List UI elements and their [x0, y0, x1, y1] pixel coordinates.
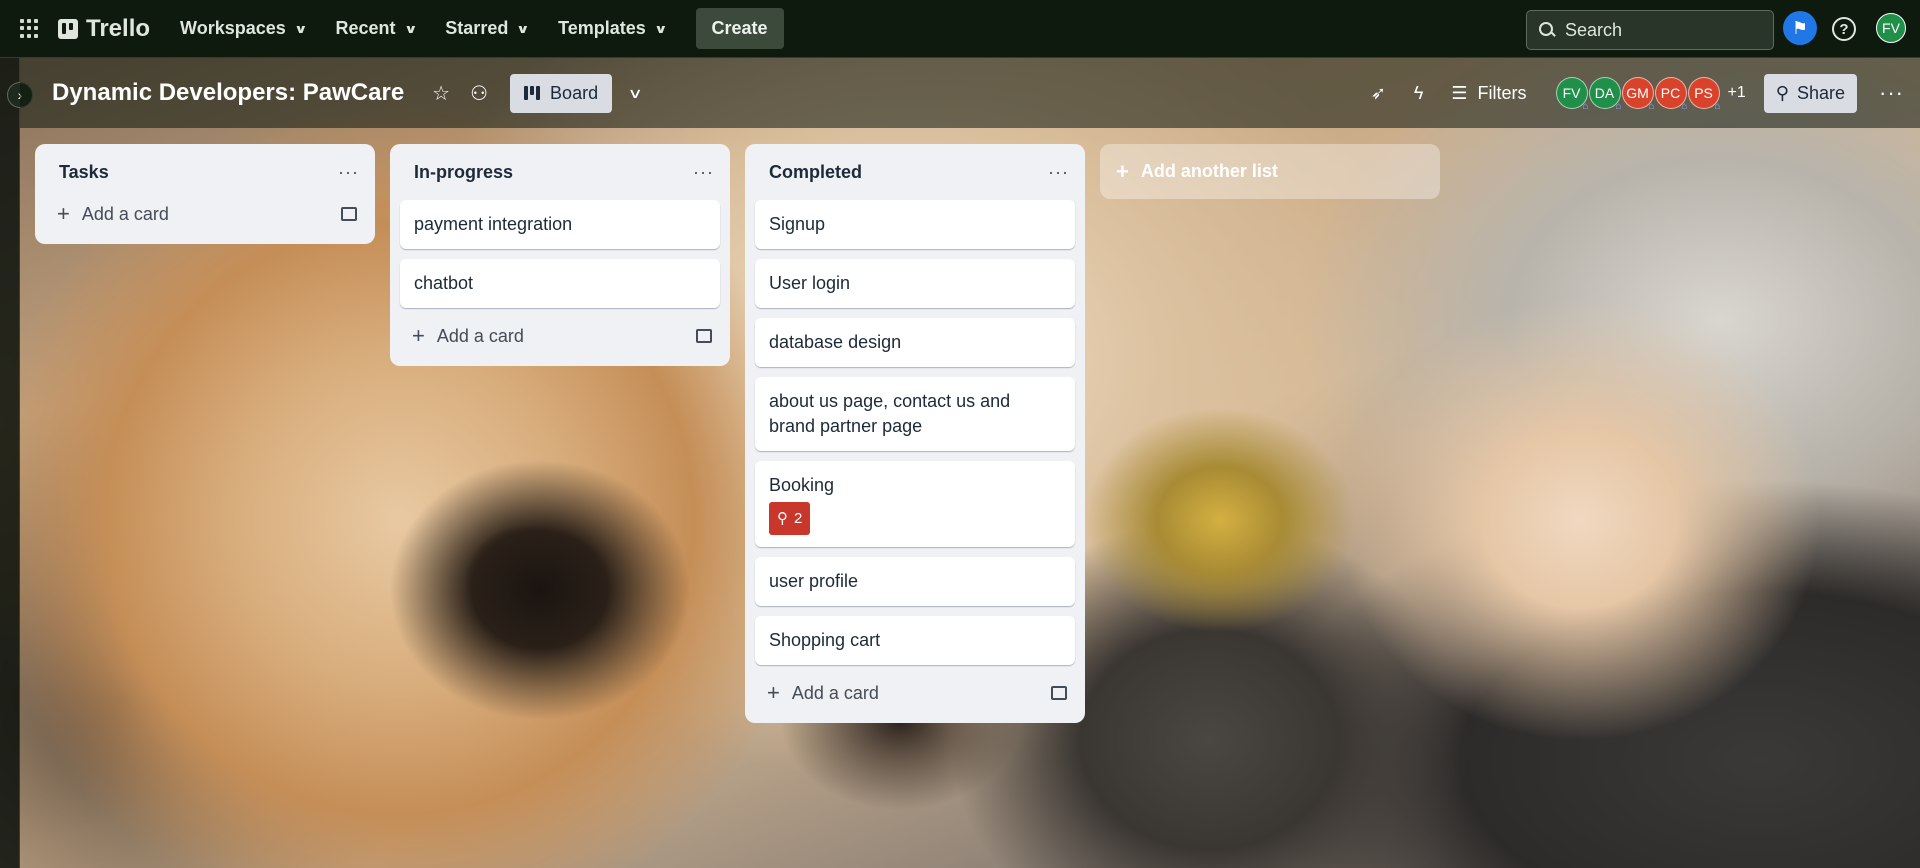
list-title[interactable]: Tasks: [59, 162, 109, 183]
chevron-down-icon: ∨: [516, 21, 531, 36]
card[interactable]: about us page, contact us and brand part…: [755, 377, 1075, 451]
help-icon[interactable]: ?: [1832, 17, 1856, 41]
list-title[interactable]: Completed: [769, 162, 862, 183]
nav-workspaces[interactable]: Workspaces ∨: [180, 18, 308, 39]
list-menu-icon[interactable]: ···: [693, 162, 714, 183]
board-view-button[interactable]: Board: [510, 73, 613, 113]
member-avatar[interactable]: GM: [1621, 77, 1655, 112]
card[interactable]: payment integration: [400, 200, 720, 249]
card[interactable]: Shopping cart: [755, 616, 1075, 665]
board-menu-icon[interactable]: ···: [1879, 80, 1904, 106]
board-members: FV DA GM PC PS +1: [1555, 77, 1746, 112]
plus-icon: +: [412, 323, 425, 348]
add-card-label: Add a card: [436, 325, 524, 346]
add-card-button[interactable]: + Add a card: [45, 192, 365, 236]
nav-recent[interactable]: Recent ∨: [335, 18, 418, 39]
chevron-down-icon: ∨: [653, 21, 668, 36]
member-avatar[interactable]: PS: [1687, 77, 1721, 112]
collapsed-sidebar: [0, 58, 20, 868]
nav-starred-label: Starred: [445, 18, 509, 38]
share-button[interactable]: ⚲ Share: [1763, 73, 1858, 113]
power-ups-icon[interactable]: ➶: [1371, 83, 1386, 104]
more-members-count[interactable]: +1: [1728, 84, 1746, 102]
card[interactable]: chatbot: [400, 259, 720, 308]
attachment-badge: ⚲ 2: [769, 502, 811, 535]
chevron-down-icon: ∨: [403, 21, 418, 36]
card-title: Booking: [769, 475, 835, 495]
top-navigation-bar: Trello Workspaces ∨ Recent ∨ Starred ∨ Temp…: [0, 0, 1920, 58]
automation-icon[interactable]: ϟ: [1414, 83, 1424, 104]
list-in-progress: In-progress ··· payment integration chat…: [390, 144, 730, 366]
filter-icon: ☰: [1451, 82, 1468, 103]
list-header[interactable]: Tasks ···: [45, 154, 365, 190]
paperclip-icon: ⚲: [777, 510, 788, 527]
trello-logo[interactable]: Trello: [58, 15, 150, 43]
card[interactable]: User login: [755, 259, 1075, 308]
add-card-label: Add a card: [791, 682, 879, 703]
list-tasks: Tasks ··· + Add a card: [35, 144, 375, 244]
app-switcher-icon[interactable]: [20, 18, 40, 39]
user-avatar[interactable]: FV: [1876, 13, 1906, 43]
search-placeholder: Search: [1565, 19, 1623, 40]
board-header: Dynamic Developers: PawCare ☆ ⚇ Board ∨ …: [20, 58, 1920, 128]
nav-templates-label: Templates: [558, 18, 646, 38]
board-header-actions: ➶ ϟ ☰ Filters FV DA GM PC PS +1 ⚲ Share …: [1371, 58, 1920, 128]
add-list-label: Add another list: [1140, 161, 1278, 181]
card[interactable]: user profile: [755, 557, 1075, 606]
member-avatar[interactable]: FV: [1555, 77, 1589, 112]
plus-icon: +: [767, 680, 780, 705]
star-icon[interactable]: ☆: [432, 81, 450, 106]
card[interactable]: Booking ⚲ 2: [755, 461, 1075, 547]
add-card-label: Add a card: [81, 203, 169, 224]
card-template-icon[interactable]: [1051, 686, 1067, 700]
chevron-down-icon: ∨: [293, 21, 308, 36]
filters-label: Filters: [1477, 82, 1527, 103]
trello-logo-icon: [58, 18, 78, 39]
list-completed: Completed ··· Signup User login database…: [745, 144, 1085, 723]
card-template-icon[interactable]: [696, 329, 712, 343]
nav-starred[interactable]: Starred ∨: [445, 18, 531, 39]
add-person-icon: ⚲: [1775, 82, 1789, 103]
plus-icon: +: [1116, 158, 1129, 184]
board-view-icon: [524, 86, 541, 100]
card[interactable]: Signup: [755, 200, 1075, 249]
search-input[interactable]: Search: [1526, 10, 1774, 50]
plus-icon: +: [57, 201, 70, 226]
list-menu-icon[interactable]: ···: [338, 162, 359, 183]
badge-count: 2: [794, 510, 803, 527]
nav-templates[interactable]: Templates ∨: [558, 18, 668, 39]
card-template-icon[interactable]: [341, 207, 357, 221]
board-title[interactable]: Dynamic Developers: PawCare: [52, 79, 404, 107]
app-name: Trello: [86, 14, 151, 42]
share-label: Share: [1796, 82, 1846, 103]
view-switcher-chevron-icon[interactable]: ∨: [628, 85, 643, 102]
add-card-button[interactable]: + Add a card: [400, 314, 720, 358]
board-view-label: Board: [550, 82, 599, 103]
nav-workspaces-label: Workspaces: [180, 18, 286, 38]
list-header[interactable]: In-progress ···: [400, 154, 720, 190]
member-avatar[interactable]: DA: [1588, 77, 1622, 112]
create-button[interactable]: Create: [695, 8, 784, 49]
nav-recent-label: Recent: [335, 18, 396, 38]
card[interactable]: database design: [755, 318, 1075, 367]
member-avatar[interactable]: PC: [1654, 77, 1688, 112]
visibility-icon[interactable]: ⚇: [470, 81, 488, 106]
list-title[interactable]: In-progress: [414, 162, 513, 183]
notifications-icon[interactable]: ⚑: [1783, 11, 1817, 45]
add-list-button[interactable]: + Add another list: [1100, 144, 1440, 199]
list-menu-icon[interactable]: ···: [1048, 162, 1069, 183]
filters-button[interactable]: ☰ Filters: [1451, 83, 1526, 104]
search-icon: [1539, 22, 1555, 38]
add-card-button[interactable]: + Add a card: [755, 671, 1075, 715]
list-header[interactable]: Completed ···: [755, 154, 1075, 190]
